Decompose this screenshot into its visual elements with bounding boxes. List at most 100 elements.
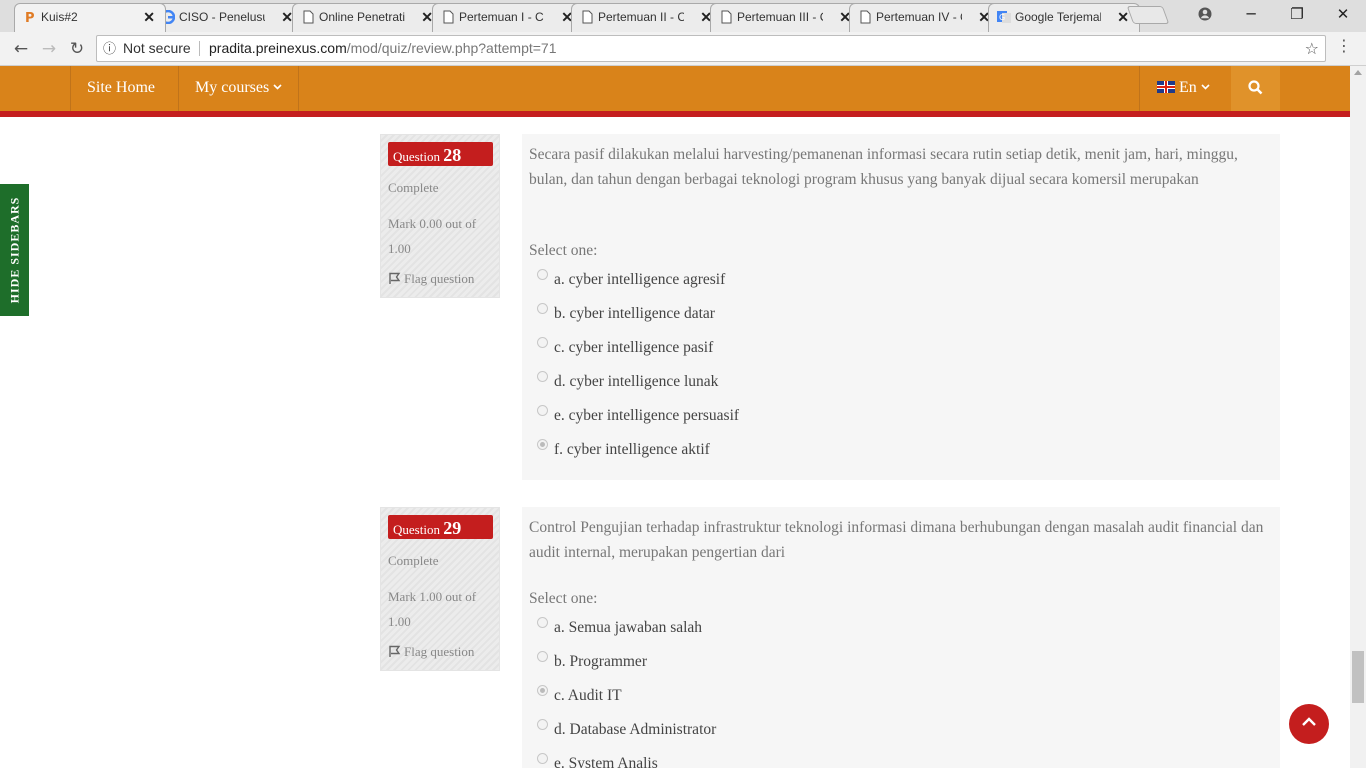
nav-site-home[interactable]: Site Home [70,66,171,111]
answer-option[interactable]: a. cyber intelligence agresif [537,269,725,291]
answer-label: f. cyber intelligence aktif [554,441,710,458]
bookmark-star-icon[interactable]: ☆ [1305,36,1319,61]
answer-label: e. System Analis [554,755,658,768]
flag-question-link[interactable]: Flag question [388,271,474,287]
language-label: En [1179,79,1197,96]
answer-label: b. Programmer [554,653,647,670]
radio-button[interactable] [537,753,548,764]
flag-question-label: Flag question [404,644,475,659]
answer-option[interactable]: e. cyber intelligence persuasif [537,405,739,427]
browser-menu-icon[interactable]: ⋮ [1336,36,1352,55]
answer-option[interactable]: d. Database Administrator [537,719,716,741]
window-close-button[interactable]: ✕ [1320,0,1366,30]
hide-sidebars-button[interactable]: HIDE SIDEBARS [0,184,29,316]
question-mark: Mark 0.00 out of 1.00 [388,216,477,256]
question-number: 28 [443,145,462,165]
security-status[interactable]: Not secure [123,36,191,61]
answer-label: c. Audit IT [554,687,622,704]
question-state: Complete [388,553,439,568]
radio-button[interactable] [537,405,548,416]
question-label: Question [393,149,440,164]
tab-kuis2[interactable]: P Kuis#2 ✕ [14,3,166,32]
scrollbar-thumb[interactable] [1352,651,1364,703]
tab-title: Pertemuan III - C [737,10,823,24]
scroll-up-arrow-icon[interactable] [1354,70,1362,75]
tab-online-penetration[interactable]: Online Penetration ✕ [292,3,444,32]
answer-option[interactable]: b. cyber intelligence datar [537,303,715,325]
search-icon [1248,80,1263,95]
answer-option[interactable]: c. Audit IT [537,685,622,707]
language-menu[interactable]: En [1139,66,1231,111]
minimize-button[interactable]: ─ [1228,0,1274,30]
answer-option[interactable]: d. cyber intelligence lunak [537,371,718,393]
question-info-29: Question 29 Complete Mark 1.00 out of 1.… [380,507,500,671]
answer-option[interactable]: c. cyber intelligence pasif [537,337,713,359]
url-path: /mod/quiz/review.php?attempt=71 [346,40,557,56]
radio-button[interactable] [537,337,548,348]
tab-pertemuan-1[interactable]: Pertemuan I - C ✕ [432,3,584,32]
svg-text:P: P [25,11,35,24]
radio-button[interactable] [537,303,548,314]
chevron-down-icon [1201,84,1210,90]
answer-option[interactable]: a. Semua jawaban salah [537,617,702,639]
page-icon [582,10,593,24]
tab-pertemuan-4[interactable]: Pertemuan IV - C ✕ [849,3,1001,32]
page-icon [721,10,732,24]
radio-button[interactable] [537,651,548,662]
site-navbar: Site Home My courses En [0,66,1350,111]
divider [199,41,200,56]
answer-label: d. cyber intelligence lunak [554,373,719,390]
tab-pertemuan-3[interactable]: Pertemuan III - C ✕ [710,3,862,32]
info-icon[interactable]: ⓘ [103,36,116,61]
radio-button[interactable] [537,371,548,382]
reload-icon[interactable]: ↻ [64,36,90,62]
answer-option[interactable]: f. cyber intelligence aktif [537,439,710,461]
tab-pertemuan-2[interactable]: Pertemuan II - C ✕ [571,3,723,32]
navbar-accent-line [0,111,1350,117]
radio-button[interactable] [537,617,548,628]
tab-title: Google Terjemahan [1015,10,1101,24]
question-content-28: Secara pasif dilakukan melalui harvestin… [522,134,1280,480]
select-one-prompt: Select one: [529,590,598,607]
nav-my-courses-label: My courses [195,79,270,96]
browser-tab-bar: CISO - Penelusuran ✕ Online Penetration … [0,0,1366,32]
answer-label: c. cyber intelligence pasif [554,339,714,356]
page-icon [303,10,314,24]
tab-title: Pertemuan IV - C [876,10,962,24]
question-number-badge: Question 28 [388,142,493,166]
account-icon[interactable] [1182,0,1228,30]
question-label: Question [393,522,440,537]
question-content-29: Control Pengujian terhadap infrastruktur… [522,507,1280,768]
radio-button[interactable] [537,269,548,280]
nav-my-courses[interactable]: My courses [178,66,300,111]
radio-button[interactable] [537,719,548,730]
forward-arrow-icon[interactable]: → [36,36,62,62]
flag-icon [389,645,401,657]
page-icon [860,10,871,24]
new-tab-button[interactable] [1126,6,1170,24]
tab-google-translate[interactable]: G Google Terjemahan ✕ [988,3,1140,32]
search-button[interactable] [1231,66,1280,111]
answer-label: e. cyber intelligence persuasif [554,407,740,424]
tab-ciso[interactable]: CISO - Penelusuran ✕ [152,3,304,32]
radio-button-selected[interactable] [537,439,548,450]
radio-button-selected[interactable] [537,685,548,696]
url-domain: pradita.preinexus.com [209,40,347,56]
question-text: Secara pasif dilakukan melalui harvestin… [529,146,1238,188]
answer-label: a. cyber intelligence agresif [554,271,726,288]
restore-button[interactable]: ❐ [1274,0,1320,30]
browser-toolbar: ← → ↻ ⓘ Not secure pradita.preinexus.com… [0,32,1366,66]
hide-sidebars-label: HIDE SIDEBARS [7,196,21,304]
url-text[interactable]: pradita.preinexus.com/mod/quiz/review.ph… [209,36,557,61]
page-icon [443,10,454,24]
address-bar[interactable]: ⓘ Not secure pradita.preinexus.com/mod/q… [96,35,1326,62]
answer-option[interactable]: b. Programmer [537,651,647,673]
back-arrow-icon[interactable]: ← [8,36,34,62]
tab-title: Pertemuan II - C [598,10,684,24]
chevron-down-icon [273,84,282,90]
answer-option[interactable]: e. System Analis [537,753,658,768]
close-icon[interactable]: ✕ [143,4,155,30]
flag-question-link[interactable]: Flag question [388,644,474,660]
page-scrollbar[interactable] [1350,66,1366,768]
back-to-top-button[interactable] [1289,704,1329,744]
